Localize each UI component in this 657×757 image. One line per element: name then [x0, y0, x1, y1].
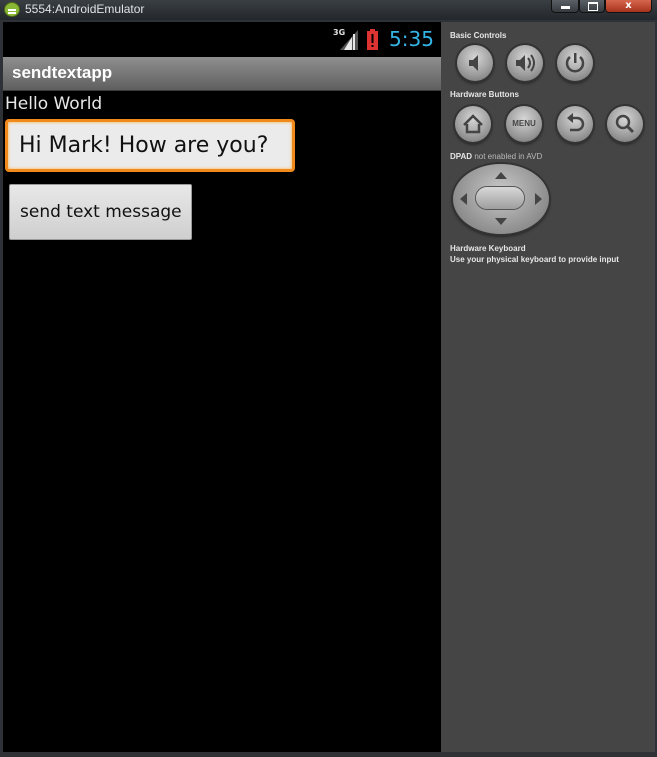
- home-button[interactable]: [455, 106, 491, 142]
- close-button[interactable]: x: [605, 0, 652, 13]
- menu-button-label: MENU: [512, 119, 536, 128]
- hardware-buttons-title: Hardware Buttons: [450, 90, 519, 99]
- device-screen: 3G 5:35 sendtextapp Hello World send tex…: [3, 22, 441, 752]
- volume-down-button[interactable]: [457, 45, 493, 81]
- back-arrow-icon: [567, 113, 585, 132]
- signal-strength-icon: [340, 30, 358, 50]
- status-bar: 3G 5:35: [3, 22, 441, 57]
- emulator-control-panel: Basic Controls Hardware Buttons MENU DPA…: [441, 22, 655, 752]
- dpad-title: DPAD not enabled in AVD: [450, 152, 542, 161]
- window-title: 5554:AndroidEmulator: [25, 2, 145, 16]
- dpad-center-button[interactable]: [476, 187, 524, 209]
- dpad-down-icon[interactable]: [495, 218, 507, 225]
- search-icon: [615, 114, 635, 134]
- hardware-keyboard-title: Hardware Keyboard: [450, 244, 526, 253]
- minimize-button[interactable]: [551, 0, 579, 13]
- dpad-left-icon[interactable]: [460, 193, 467, 205]
- message-input[interactable]: [8, 122, 292, 169]
- send-text-message-button[interactable]: send text message: [9, 184, 192, 240]
- dpad-title-label: DPAD: [450, 152, 473, 161]
- app-title-bar: sendtextapp: [3, 57, 441, 91]
- volume-up-button[interactable]: [507, 45, 543, 81]
- hardware-keyboard-description: Use your physical keyboard to provide in…: [450, 255, 619, 264]
- menu-button[interactable]: MENU: [506, 106, 542, 142]
- window-titlebar: 5554:AndroidEmulator x: [0, 0, 657, 20]
- android-emulator-icon: [4, 2, 20, 17]
- maximize-button[interactable]: [579, 0, 605, 13]
- search-button[interactable]: [607, 106, 643, 142]
- volume-up-icon: [516, 54, 535, 72]
- basic-controls-title: Basic Controls: [450, 31, 507, 40]
- power-icon: [565, 53, 585, 73]
- volume-down-icon: [469, 55, 478, 71]
- battery-alert-icon: [367, 29, 378, 50]
- app-title: sendtextapp: [12, 63, 113, 82]
- power-button[interactable]: [557, 45, 593, 81]
- dpad-right-icon[interactable]: [535, 193, 542, 205]
- home-icon: [463, 114, 483, 134]
- message-field[interactable]: [5, 119, 295, 172]
- dpad-up-icon[interactable]: [495, 172, 507, 179]
- back-button[interactable]: [557, 106, 593, 142]
- dpad[interactable]: [453, 164, 549, 234]
- dpad-note: not enabled in AVD: [474, 152, 543, 161]
- hello-world-text: Hello World: [5, 94, 103, 114]
- status-clock: 5:35: [389, 27, 434, 51]
